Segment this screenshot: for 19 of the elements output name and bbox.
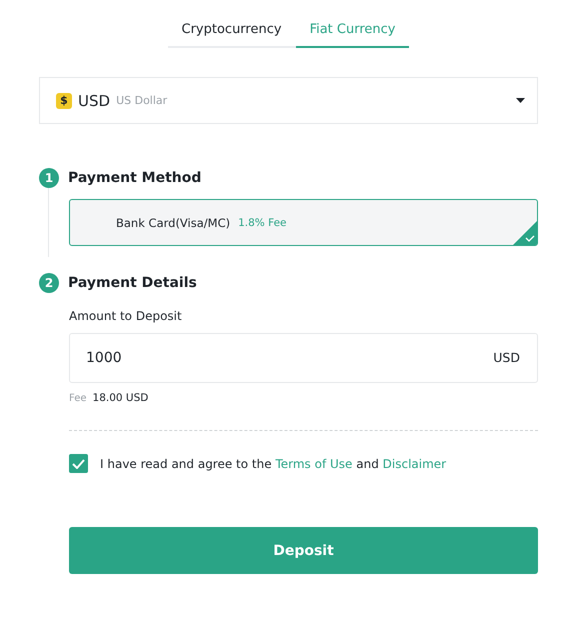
agreement-text: I have read and agree to the Terms of Use and Disclaimer (100, 456, 446, 470)
checkbox[interactable] (69, 454, 88, 473)
currency-code: USD (78, 92, 110, 110)
step-number: 2 (39, 273, 59, 293)
tab[interactable]: Cryptocurrency (168, 12, 296, 48)
check-icon (513, 221, 537, 245)
step-title: Payment Details (68, 275, 197, 291)
payment-method-option[interactable]: Bank Card(Visa/MC) 1.8% Fee (69, 199, 538, 246)
currency-name: US Dollar (116, 94, 168, 107)
step-title: Payment Method (68, 170, 202, 186)
caret-icon (516, 98, 525, 103)
checkmark-icon (72, 458, 85, 468)
field-label: Amount to Deposit (69, 309, 183, 323)
unit-label: USD (493, 350, 520, 365)
step-number: 1 (39, 168, 59, 188)
coin-icon: $ (56, 92, 72, 108)
fee-label: Fee (69, 393, 87, 404)
fee-value: 18.00 USD (92, 392, 148, 404)
currency-select[interactable]: $ USD US Dollar (39, 77, 538, 124)
